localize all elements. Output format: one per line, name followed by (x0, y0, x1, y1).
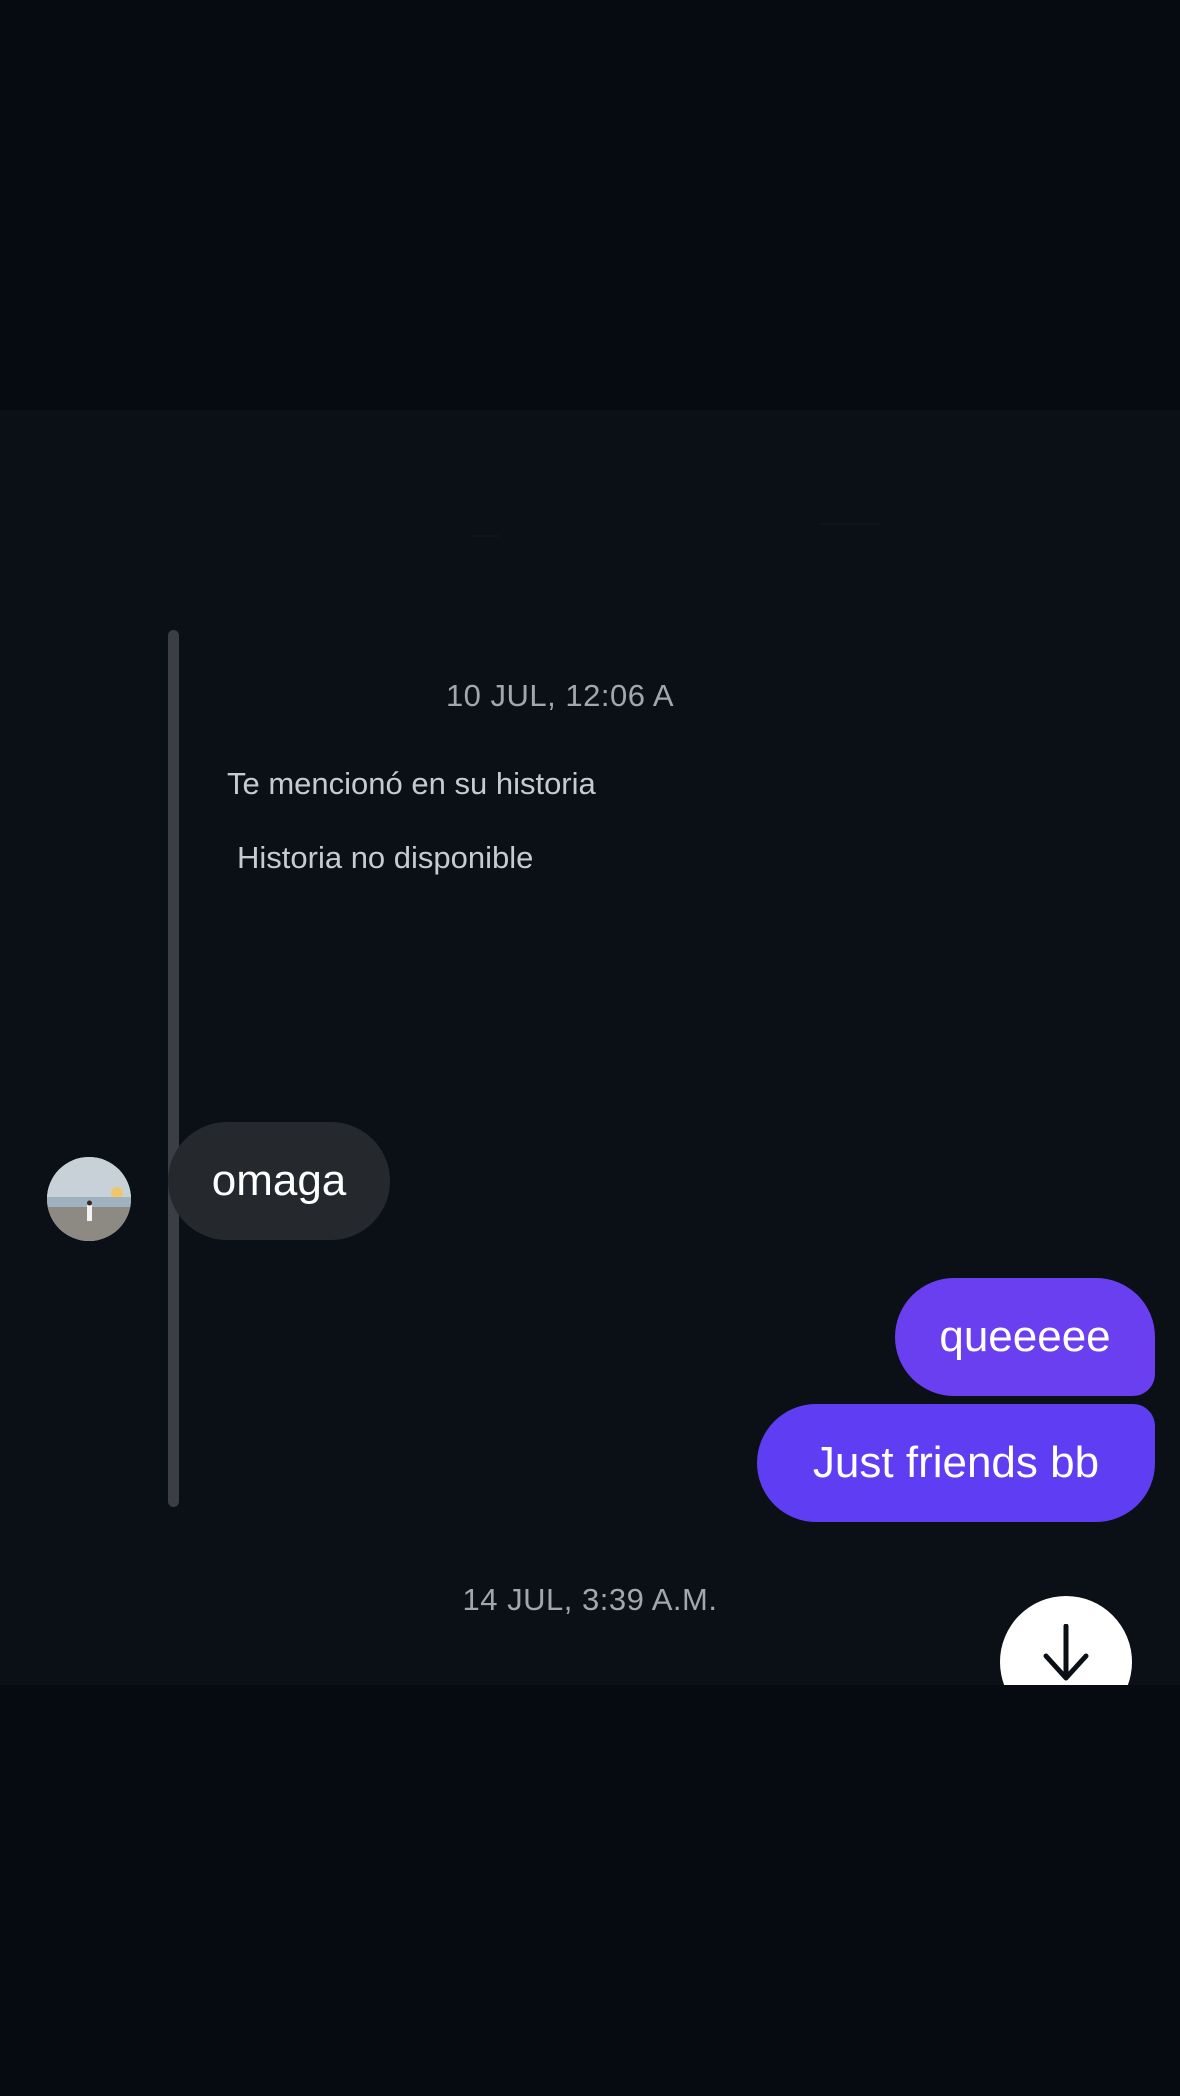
arrow-down-icon (1043, 1624, 1089, 1681)
faint-divider (470, 535, 500, 537)
story-unavailable-label: Historia no disponible (237, 840, 534, 875)
avatar[interactable] (47, 1157, 131, 1241)
message-timestamp: 10 JUL, 12:06 A (445, 678, 675, 713)
story-mention-note: Te mencionó en su historia (227, 766, 596, 801)
faint-divider (820, 523, 880, 525)
dimmed-overlay-bottom (0, 1685, 1180, 2096)
incoming-message-bubble[interactable]: omaga (168, 1122, 390, 1240)
dimmed-overlay-top (0, 0, 1180, 410)
outgoing-message-bubble[interactable]: queeeee (895, 1278, 1155, 1396)
outgoing-message-bubble[interactable]: Just friends bb (757, 1404, 1155, 1522)
message-thread[interactable]: 10 JUL, 12:06 A Te mencionó en su histor… (0, 410, 1180, 1685)
avatar-beach-photo (47, 1157, 131, 1241)
message-timestamp: 14 JUL, 3:39 A.M. (462, 1582, 718, 1617)
scroll-to-bottom-button[interactable] (1000, 1596, 1132, 1685)
story-reply-bar (168, 630, 179, 1507)
